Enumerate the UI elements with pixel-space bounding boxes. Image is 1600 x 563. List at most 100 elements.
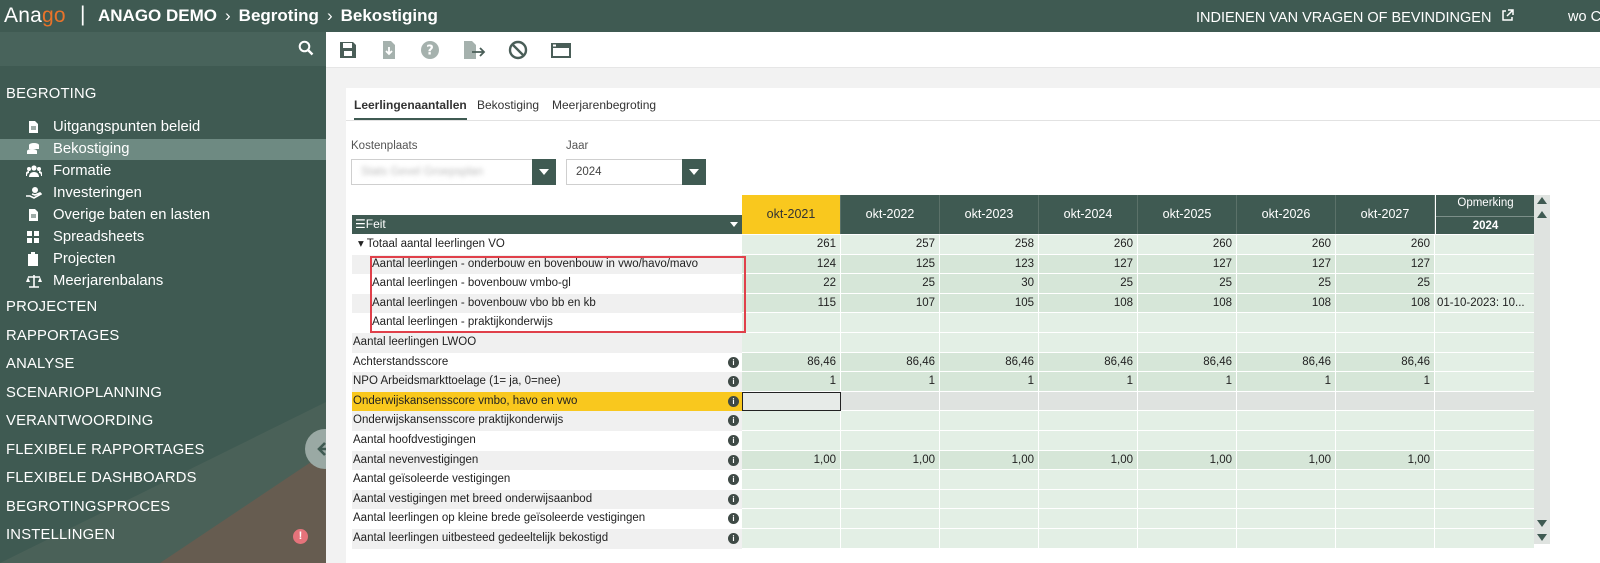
sidebar-section-verantwoording[interactable]: VERANTWOORDING	[6, 413, 153, 429]
scroll-down-icon[interactable]	[1537, 520, 1547, 527]
grid-cell[interactable]	[841, 509, 940, 529]
grid-cell[interactable]: 1	[742, 372, 841, 392]
column-header-okt-2024[interactable]: okt-2024	[1039, 195, 1138, 234]
grid-cell[interactable]: 127	[1237, 254, 1336, 275]
column-header-okt-2023[interactable]: okt-2023	[940, 195, 1039, 234]
row-label[interactable]: Onderwijskansensscore praktijkonderwijs i	[352, 411, 742, 431]
grid-cell[interactable]: 108	[1237, 293, 1336, 314]
grid-cell[interactable]	[1237, 333, 1336, 353]
row-label[interactable]: Aantal leerlingen - onderbouw en bovenbo…	[352, 254, 742, 275]
grid-cell[interactable]: 86,46	[1138, 352, 1237, 373]
grid-cell[interactable]: 105	[940, 293, 1039, 314]
remark-cell[interactable]	[1435, 470, 1535, 490]
grid-cell[interactable]: 22	[742, 274, 841, 294]
grid-cell[interactable]	[940, 411, 1039, 431]
grid-cell[interactable]	[1039, 489, 1138, 510]
row-label[interactable]: Aantal leerlingen LWOO	[352, 333, 742, 353]
grid-cell[interactable]	[1336, 431, 1435, 451]
grid-cell[interactable]	[1039, 333, 1138, 353]
grid-cell[interactable]: 115	[742, 293, 841, 314]
grid-cell[interactable]	[1336, 489, 1435, 510]
grid-cell[interactable]: 108	[1336, 293, 1435, 314]
grid-cell[interactable]: 25	[1336, 274, 1435, 294]
remark-cell[interactable]	[1435, 352, 1535, 373]
remark-cell[interactable]	[1435, 450, 1535, 471]
grid-cell[interactable]	[1237, 489, 1336, 510]
grid-cell[interactable]: 261	[742, 235, 841, 255]
remark-cell[interactable]	[1435, 509, 1535, 529]
grid-cell[interactable]: 86,46	[742, 352, 841, 373]
grid-cell[interactable]: 123	[940, 254, 1039, 275]
grid-cell[interactable]	[742, 529, 841, 549]
info-icon[interactable]: i	[728, 493, 739, 505]
grid-cell[interactable]: 258	[940, 235, 1039, 255]
remark-cell[interactable]	[1435, 489, 1535, 510]
info-icon[interactable]: i	[728, 395, 739, 407]
grid-cell[interactable]	[1039, 529, 1138, 549]
grid-cell[interactable]	[742, 509, 841, 529]
grid-cell[interactable]	[841, 529, 940, 549]
grid-cell[interactable]	[742, 391, 841, 412]
info-icon[interactable]: i	[728, 356, 739, 368]
grid-cell[interactable]: 260	[1138, 235, 1237, 255]
grid-cell[interactable]	[1039, 313, 1138, 333]
grid-cell[interactable]	[940, 470, 1039, 490]
chevron-down-icon[interactable]	[682, 159, 706, 185]
grid-cell[interactable]	[1237, 529, 1336, 549]
grid-cell[interactable]	[1039, 509, 1138, 529]
grid-cell[interactable]: 107	[841, 293, 940, 314]
tab-leerlingenaantallen[interactable]: Leerlingenaantallen	[354, 98, 467, 120]
scroll-up-icon[interactable]	[1537, 211, 1547, 218]
info-icon[interactable]: i	[728, 474, 739, 486]
grid-cell[interactable]	[742, 431, 841, 451]
grid-cell[interactable]: 108	[1039, 293, 1138, 314]
grid-cell[interactable]: 125	[841, 254, 940, 275]
grid-cell[interactable]	[940, 509, 1039, 529]
grid-cell[interactable]	[1138, 333, 1237, 353]
grid-cell[interactable]	[742, 489, 841, 510]
help-icon[interactable]: ?	[420, 40, 440, 60]
sidebar-section-scenarioplanning[interactable]: SCENARIOPLANNING	[6, 385, 162, 401]
grid-cell[interactable]	[1336, 333, 1435, 353]
grid-cell[interactable]	[1138, 509, 1237, 529]
grid-cell[interactable]	[1237, 313, 1336, 333]
user-menu[interactable]: wo C	[1568, 9, 1600, 25]
grid-cell[interactable]	[1336, 313, 1435, 333]
grid-cell[interactable]: 257	[841, 235, 940, 255]
grid-cell[interactable]	[1039, 431, 1138, 451]
window-icon[interactable]	[550, 40, 571, 60]
row-label[interactable]: Aantal leerlingen - bovenbouw vbo bb en …	[352, 293, 742, 314]
grid-cell[interactable]	[1237, 509, 1336, 529]
grid-cell[interactable]	[841, 470, 940, 490]
row-label[interactable]: Aantal vestigingen met breed onderwijsaa…	[352, 489, 742, 510]
sidebar-item-meerjarenbalans[interactable]: Meerjarenbalans	[0, 271, 326, 292]
info-icon[interactable]: i	[728, 454, 739, 466]
grid-cell[interactable]	[841, 411, 940, 431]
sidebar-section-analyse[interactable]: ANALYSE	[6, 356, 75, 372]
grid-cell[interactable]	[841, 333, 940, 353]
grid-cell[interactable]	[1138, 470, 1237, 490]
grid-cell[interactable]	[1336, 529, 1435, 549]
breadcrumb-begroting[interactable]: Begroting	[239, 6, 319, 25]
tab-bekostiging[interactable]: Bekostiging	[477, 98, 539, 120]
remark-cell[interactable]: 01-10-2023: 10...	[1435, 293, 1535, 314]
kostenplaats-select[interactable]: Stats Gevel Groepsplan	[351, 159, 556, 185]
grid-cell[interactable]	[742, 411, 841, 431]
save-icon[interactable]	[338, 40, 358, 60]
block-icon[interactable]	[508, 40, 528, 60]
chevron-down-icon[interactable]	[532, 159, 556, 185]
row-label[interactable]: Aantal nevenvestigingen i	[352, 450, 742, 471]
grid-cell[interactable]	[1237, 470, 1336, 490]
remark-cell[interactable]	[1435, 313, 1535, 333]
grid-cell[interactable]	[1336, 411, 1435, 431]
remark-cell[interactable]	[1435, 235, 1535, 255]
column-header-okt-2027[interactable]: okt-2027	[1336, 195, 1435, 234]
sidebar-section-flexibele-rapportages[interactable]: FLEXIBELE RAPPORTAGES	[6, 442, 205, 458]
remark-cell[interactable]	[1435, 411, 1535, 431]
grid-cell[interactable]	[940, 529, 1039, 549]
grid-cell[interactable]: 30	[940, 274, 1039, 294]
grid-cell[interactable]	[1237, 391, 1336, 412]
info-icon[interactable]: i	[728, 435, 739, 446]
grid-cell[interactable]	[742, 333, 841, 353]
sidebar-search-bar[interactable]	[0, 32, 326, 66]
